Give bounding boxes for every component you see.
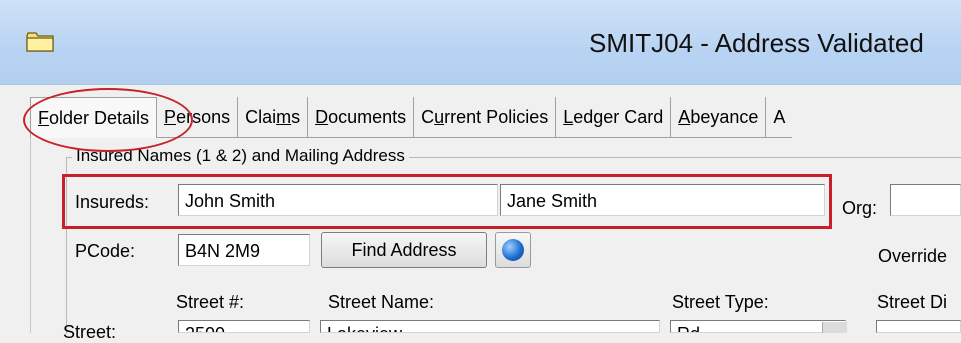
pcode-label: PCode: bbox=[75, 241, 136, 261]
tab-folder-details[interactable]: Folder Details bbox=[30, 97, 158, 139]
org-field[interactable] bbox=[890, 184, 961, 216]
street-name-field[interactable]: Lakeview bbox=[320, 320, 660, 333]
street-type-header: Street Type: bbox=[672, 292, 769, 312]
insured-name-1-field[interactable]: John Smith bbox=[178, 184, 498, 216]
tab-ledger-card[interactable]: Ledger Card bbox=[556, 97, 672, 137]
globe-icon bbox=[502, 239, 524, 261]
tab-current-policies[interactable]: Current Policies bbox=[414, 97, 557, 137]
street-number-field[interactable]: 2500 bbox=[178, 320, 310, 333]
tab-documents[interactable]: Documents bbox=[308, 97, 415, 137]
title-bar: SMITJ04 - Address Validated bbox=[0, 0, 961, 85]
tab-truncated[interactable]: A bbox=[766, 97, 793, 137]
org-label: Org: bbox=[842, 198, 878, 218]
tab-strip: Folder Details Persons Claims Documents … bbox=[30, 97, 793, 139]
street-name-header: Street Name: bbox=[328, 292, 435, 312]
group-title: Insured Names (1 & 2) and Mailing Addres… bbox=[72, 146, 409, 166]
tab-abeyance[interactable]: Abeyance bbox=[671, 97, 767, 137]
folder-icon bbox=[26, 32, 54, 52]
find-address-button[interactable]: Find Address bbox=[321, 232, 487, 268]
chevron-down-icon[interactable] bbox=[822, 322, 847, 333]
override-label: Override bbox=[878, 246, 948, 266]
insureds-label: Insureds: bbox=[75, 192, 150, 212]
insured-name-2-field[interactable]: Jane Smith bbox=[500, 184, 825, 216]
street-direction-header: Street Di bbox=[877, 292, 948, 312]
tab-persons[interactable]: Persons bbox=[157, 97, 239, 137]
street-number-header: Street #: bbox=[176, 292, 245, 312]
pcode-field[interactable]: B4N 2M9 bbox=[178, 234, 310, 266]
globe-button[interactable] bbox=[495, 232, 531, 268]
tab-claims[interactable]: Claims bbox=[238, 97, 309, 137]
street-direction-field[interactable] bbox=[876, 320, 961, 333]
window-title: SMITJ04 - Address Validated bbox=[589, 28, 924, 58]
street-type-select[interactable]: Rd bbox=[670, 320, 846, 333]
